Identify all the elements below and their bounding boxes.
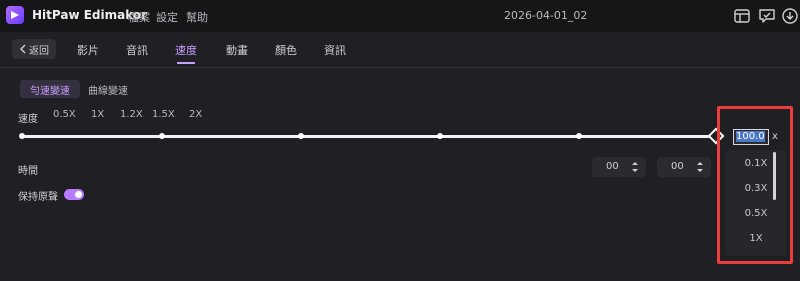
slider-tick xyxy=(576,133,582,139)
app-logo xyxy=(6,6,24,24)
tab-speed[interactable]: 速度 xyxy=(175,42,197,58)
active-tab-indicator xyxy=(177,62,195,64)
speed-unit: x xyxy=(772,131,778,142)
dropdown-scrollbar[interactable] xyxy=(773,152,776,200)
preset-0-5x[interactable]: 0.5X xyxy=(53,109,76,120)
speed-value-input[interactable]: 100.0 xyxy=(733,129,769,145)
subtab-curve-speed[interactable]: 曲線變速 xyxy=(78,80,138,98)
speed-dropdown: 0.1X 0.3X 0.5X 1X xyxy=(726,150,786,256)
preset-1-2x[interactable]: 1.2X xyxy=(120,109,143,120)
menu-settings[interactable]: 設定 xyxy=(156,9,178,25)
dropdown-option-0-5x[interactable]: 0.5X xyxy=(726,208,786,219)
time-field-minutes[interactable]: 00 xyxy=(592,157,646,177)
stepper-arrows-icon[interactable] xyxy=(697,160,703,174)
toggle-knob xyxy=(75,191,82,198)
speed-value-text: 100.0 xyxy=(736,131,765,142)
subtab-uniform-speed[interactable]: 勻速變速 xyxy=(20,80,80,98)
keep-pitch-toggle[interactable] xyxy=(64,189,84,200)
time-field-seconds[interactable]: 00 xyxy=(657,157,711,177)
stepper-arrows-icon[interactable] xyxy=(632,160,638,174)
keep-pitch-label: 保持原聲 xyxy=(18,192,58,203)
menu-file[interactable]: 檔案 xyxy=(128,9,150,25)
tab-color[interactable]: 顏色 xyxy=(275,42,297,58)
preset-1-5x[interactable]: 1.5X xyxy=(152,109,175,120)
layout-icon[interactable] xyxy=(732,6,752,26)
dropdown-option-0-3x[interactable]: 0.3X xyxy=(726,183,786,194)
slider-tick xyxy=(19,133,25,139)
tab-audio[interactable]: 音訊 xyxy=(126,42,148,58)
speed-slider-thumb[interactable] xyxy=(707,127,725,145)
menu-help[interactable]: 幫助 xyxy=(186,9,208,25)
slider-tick xyxy=(298,133,304,139)
tab-info[interactable]: 資訊 xyxy=(324,42,346,58)
chevron-left-icon xyxy=(20,44,26,54)
time-minutes-value: 00 xyxy=(606,161,619,172)
back-label: 返回 xyxy=(29,45,49,57)
preset-1x[interactable]: 1X xyxy=(91,109,104,120)
preset-2x[interactable]: 2X xyxy=(189,109,202,120)
back-button[interactable]: 返回 xyxy=(12,39,56,59)
dropdown-option-1x[interactable]: 1X xyxy=(726,233,786,244)
speed-slider-track[interactable] xyxy=(20,135,716,138)
download-icon[interactable] xyxy=(781,6,800,26)
slider-tick xyxy=(159,133,165,139)
time-seconds-value: 00 xyxy=(671,161,684,172)
speed-label: 速度 xyxy=(18,114,38,125)
slider-tick xyxy=(437,133,443,139)
dropdown-option-0-1x[interactable]: 0.1X xyxy=(726,158,786,169)
tab-video[interactable]: 影片 xyxy=(77,42,99,58)
tab-animation[interactable]: 動畫 xyxy=(226,42,248,58)
time-label: 時間 xyxy=(18,166,38,177)
title-bar: HitPaw Edimakor 檔案 設定 幫助 2026-04-01_02 xyxy=(0,0,800,32)
feedback-icon[interactable] xyxy=(757,6,777,26)
project-title: 2026-04-01_02 xyxy=(504,9,588,22)
tab-bar: 返回 影片 音訊 速度 動畫 顏色 資訊 xyxy=(0,32,800,68)
